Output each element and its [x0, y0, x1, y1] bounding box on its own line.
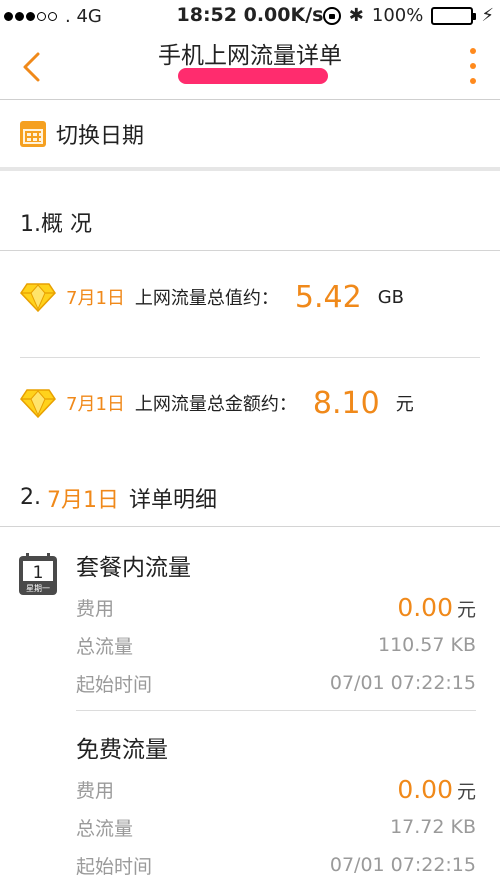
traffic-row: 总流量 110.57 KB [76, 626, 476, 664]
detail-item-name: 套餐内流量 [76, 555, 191, 581]
fee-value: 0.00 [397, 592, 453, 622]
diamond-icon [20, 283, 56, 312]
start-time-row: 起始时间 07/01 07:22:15 [76, 664, 476, 702]
battery-percent: 100% [371, 5, 424, 26]
start-time-value: 07/01 07:22:15 [329, 854, 476, 876]
overview-value: 5.42 [294, 279, 362, 315]
traffic-value: 17.72 KB [390, 816, 476, 838]
fee-unit: 元 [456, 598, 476, 621]
fee-row: 费用 0.00 元 [76, 588, 476, 626]
overview-label: 上网流量总值约： [134, 288, 279, 309]
switch-date-label: 切换日期 [56, 124, 145, 149]
traffic-row: 总流量 17.72 KB [76, 808, 476, 846]
page-title: 手机上网流量详单 [158, 43, 342, 69]
overview-row-total-fee: 7月1日 上网流量总金额约： 8.10 元 [20, 360, 480, 446]
day-calendar-icon: 1 星期一 [19, 553, 57, 595]
vertical-dots-icon[interactable] [468, 48, 478, 84]
overview-value: 8.10 [312, 385, 380, 421]
fee-label: 费用 [76, 597, 115, 620]
traffic-label: 总流量 [76, 817, 134, 840]
detail-heading-prefix: 2. [20, 485, 41, 510]
bluetooth-icon: ✱ [348, 5, 364, 26]
overview-date: 7月1日 [66, 394, 125, 415]
detail-item: 套餐内流量 费用 0.00 元 总流量 110.57 KB 起始时间 07/01 … [76, 548, 476, 702]
fee-label: 费用 [76, 779, 115, 802]
overview-heading: 1.概 况 [0, 193, 500, 251]
overview-date: 7月1日 [66, 288, 125, 309]
fee-unit: 元 [456, 780, 476, 803]
start-time-label: 起始时间 [76, 855, 153, 878]
traffic-value: 110.57 KB [377, 634, 476, 656]
start-time-value: 07/01 07:22:15 [329, 672, 476, 694]
calendar-icon [20, 121, 46, 147]
redacted-phone-number [178, 68, 328, 84]
fee-row: 费用 0.00 元 [76, 770, 476, 808]
diamond-icon [20, 389, 56, 418]
overview-heading-text: 1.概 况 [20, 211, 92, 237]
calendar-day-number: 1 [33, 563, 44, 583]
status-right: ✱ 100% ⚡ [322, 5, 494, 26]
traffic-label: 总流量 [76, 635, 134, 658]
detail-heading: 2. 7月1日 详单明细 [0, 469, 500, 527]
detail-item: 免费流量 费用 0.00 元 总流量 17.72 KB 起始时间 07/01 07… [76, 730, 476, 884]
switch-date-button[interactable]: 切换日期 [0, 101, 500, 167]
overview-unit: GB [377, 286, 404, 308]
detail-heading-suffix: 详单明细 [129, 487, 218, 513]
section-divider [0, 167, 500, 171]
nav-header: 手机上网流量详单 [0, 32, 500, 100]
overview-label: 上网流量总金额约： [134, 394, 297, 415]
overview-unit: 元 [395, 394, 414, 415]
row-divider [20, 357, 480, 358]
item-divider [76, 710, 476, 711]
start-time-row: 起始时间 07/01 07:22:15 [76, 846, 476, 884]
fee-value: 0.00 [397, 774, 453, 804]
status-bar: . 4G 18:52 0.00K/s ✱ 100% ⚡ [0, 0, 500, 32]
overview-row-total-traffic: 7月1日 上网流量总值约： 5.42 GB [20, 254, 480, 340]
charging-icon: ⚡ [481, 5, 494, 26]
detail-heading-date: 7月1日 [47, 487, 119, 513]
battery-icon [431, 6, 477, 25]
detail-item-name: 免费流量 [76, 737, 168, 763]
calendar-weekday: 星期一 [26, 584, 50, 593]
rotation-lock-icon [322, 6, 341, 25]
start-time-label: 起始时间 [76, 673, 153, 696]
